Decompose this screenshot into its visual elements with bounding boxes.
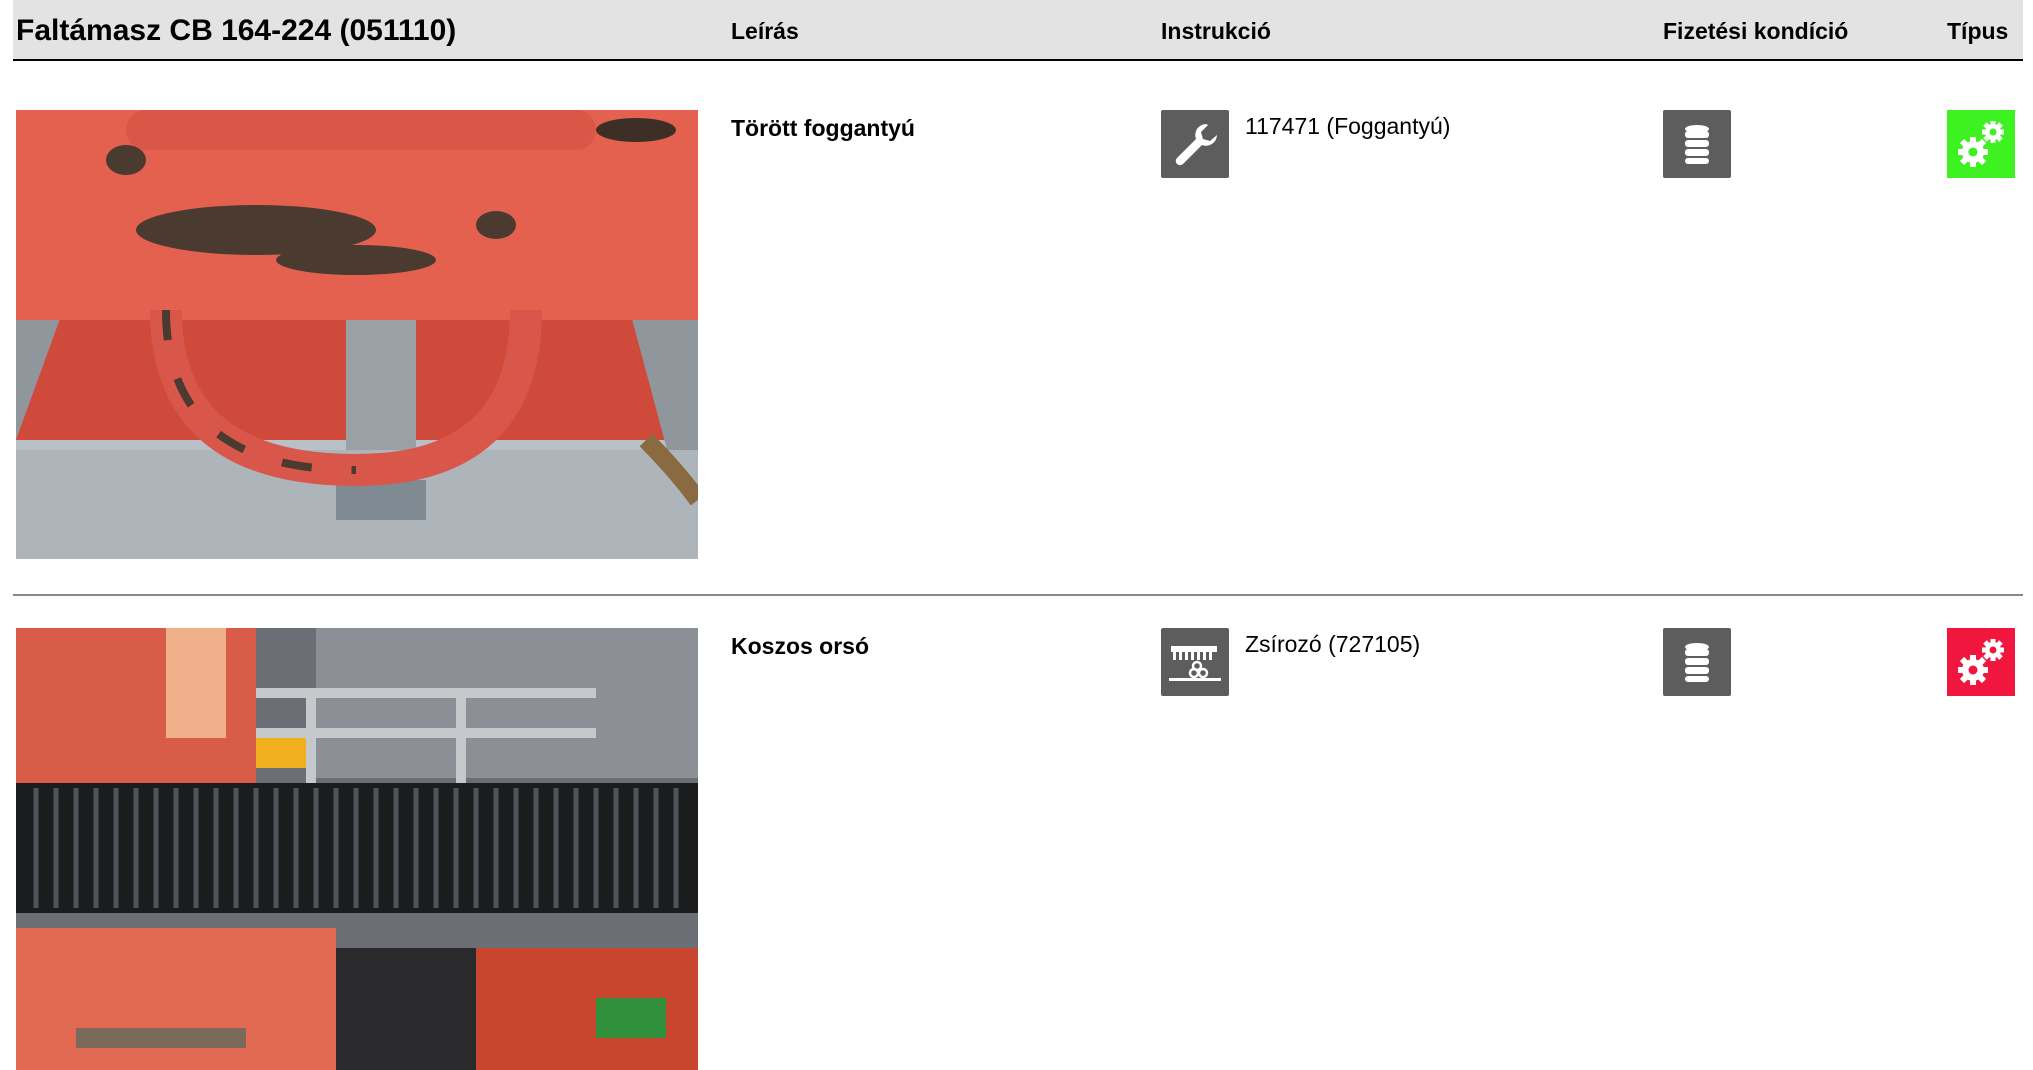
column-header-tipus: Típus xyxy=(1947,18,2009,44)
grease-icon[interactable] xyxy=(1161,628,1229,696)
row-divider xyxy=(13,594,2023,596)
coin-stack-icon[interactable] xyxy=(1663,628,1731,696)
gears-icon[interactable] xyxy=(1947,628,2015,696)
coin-stack-icon[interactable] xyxy=(1663,110,1731,178)
table-header: Faltámasz CB 164-224 (051110) Leírás Ins… xyxy=(13,0,2023,61)
damage-photo-handle[interactable] xyxy=(16,110,698,559)
gears-icon[interactable] xyxy=(1947,110,2015,178)
instruction-text: 117471 (Foggantyú) xyxy=(1245,113,1451,139)
column-header-fizetesi: Fizetési kondíció xyxy=(1663,18,1849,44)
column-header-instrukcio: Instrukció xyxy=(1161,18,1271,44)
page-title: Faltámasz CB 164-224 (051110) xyxy=(16,14,457,47)
wrench-icon[interactable] xyxy=(1161,110,1229,178)
damage-photo-spindle[interactable] xyxy=(16,628,698,1070)
column-header-leiras: Leírás xyxy=(731,18,799,44)
description-text: Törött foggantyú xyxy=(731,115,915,141)
instruction-text: Zsírozó (727105) xyxy=(1245,631,1421,657)
description-text: Koszos orsó xyxy=(731,633,870,659)
